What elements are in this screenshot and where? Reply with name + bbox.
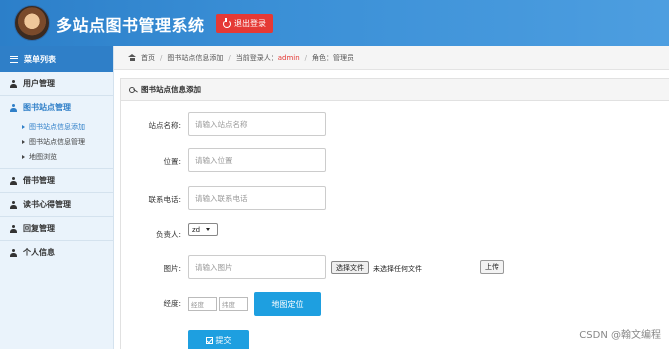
coordinate-label: 经度:: [163, 299, 181, 308]
sidebar-group-reply: 回复管理: [0, 217, 113, 241]
user-icon: [10, 103, 17, 112]
sidebar-item-notes-management[interactable]: 读书心得管理: [0, 193, 113, 216]
map-locate-button[interactable]: 地图定位: [254, 292, 321, 316]
site-name-label: 站点名称:: [148, 121, 181, 130]
sidebar-subitem-site-manage[interactable]: 图书站点信息管理: [0, 134, 113, 149]
sidebar-item-user-management[interactable]: 用户管理: [0, 72, 113, 95]
sidebar-item-reply-management[interactable]: 回复管理: [0, 217, 113, 240]
user-icon: [10, 224, 17, 233]
login-prefix: 当前登录人：: [235, 53, 278, 62]
breadcrumb-page: 图书站点信息添加: [167, 53, 224, 62]
sidebar-item-label: 借书管理: [23, 176, 55, 185]
breadcrumb-home[interactable]: 首页: [141, 53, 155, 63]
sidebar-group-profile: 个人信息: [0, 241, 113, 264]
sidebar-item-label: 个人信息: [23, 248, 55, 257]
app-title: 多站点图书管理系统: [56, 16, 205, 35]
location-label: 位置:: [163, 157, 181, 166]
breadcrumb-separator: /: [228, 53, 231, 62]
sidebar: 菜单列表 用户管理 图书站点管理 图书站点信息添加 图书站点信息管理 地图浏览 …: [0, 46, 114, 349]
key-icon: [129, 86, 137, 93]
caret-right-icon: [22, 139, 25, 144]
sidebar-item-site-management[interactable]: 图书站点管理: [0, 96, 113, 119]
sidebar-group-borrow: 借书管理: [0, 169, 113, 193]
manager-select[interactable]: zd: [188, 223, 218, 236]
menu-bars-icon: [10, 55, 18, 63]
sidebar-subitem-label: 图书站点信息添加: [29, 122, 85, 131]
logout-label: 退出登录: [234, 19, 266, 28]
menu-header: 菜单列表: [0, 46, 113, 72]
no-file-text: 未选择任何文件: [373, 265, 422, 273]
caret-right-icon: [22, 154, 25, 159]
panel-title: 图书站点信息添加: [141, 85, 201, 94]
user-icon: [10, 200, 17, 209]
user-icon: [10, 248, 17, 257]
current-user-label: 当前登录人：admin: [236, 53, 300, 63]
site-name-input[interactable]: 请输入站点名称: [188, 112, 326, 136]
sidebar-item-label: 图书站点管理: [23, 103, 71, 112]
home-icon: [128, 54, 136, 61]
phone-label: 联系电话:: [148, 195, 181, 204]
menu-header-label: 菜单列表: [24, 54, 56, 64]
sidebar-item-label: 用户管理: [23, 79, 55, 88]
sidebar-item-borrow-management[interactable]: 借书管理: [0, 169, 113, 192]
submit-button[interactable]: 提交: [188, 330, 249, 349]
app-header: 多站点图书管理系统 退出登录: [0, 0, 669, 46]
logout-button[interactable]: 退出登录: [216, 14, 273, 33]
latitude-input[interactable]: 纬度: [219, 297, 248, 311]
watermark: CSDN @翰文编程: [579, 330, 661, 341]
manager-label: 负责人:: [155, 230, 181, 239]
location-input[interactable]: 请输入位置: [188, 148, 326, 172]
breadcrumb: 首页 / 图书站点信息添加 / 当前登录人：admin / 角色：管理员: [114, 46, 669, 70]
user-icon: [10, 176, 17, 185]
panel-header: 图书站点信息添加: [121, 79, 669, 101]
chevron-down-icon: [206, 228, 211, 231]
phone-input[interactable]: 请输入联系电话: [188, 186, 326, 210]
sidebar-item-label: 读书心得管理: [23, 200, 71, 209]
submit-label: 提交: [215, 335, 232, 345]
user-icon: [10, 79, 17, 88]
sidebar-subitem-label: 地图浏览: [29, 152, 57, 161]
upload-button[interactable]: 上传: [480, 260, 504, 274]
sidebar-group-users: 用户管理: [0, 72, 113, 96]
sidebar-group-notes: 读书心得管理: [0, 193, 113, 217]
checkbox-icon: [205, 336, 213, 344]
sidebar-item-label: 回复管理: [23, 224, 55, 233]
role-label: 角色：管理员: [312, 53, 355, 62]
image-input[interactable]: 请输入图片: [188, 255, 326, 279]
current-user: admin: [277, 53, 300, 62]
sidebar-subitem-site-add[interactable]: 图书站点信息添加: [0, 119, 113, 134]
manager-select-value: zd: [192, 225, 201, 234]
sidebar-group-sites: 图书站点管理 图书站点信息添加 图书站点信息管理 地图浏览: [0, 96, 113, 169]
logo-avatar: [14, 5, 50, 41]
image-label: 图片:: [163, 264, 181, 273]
breadcrumb-separator: /: [304, 53, 308, 62]
caret-right-icon: [22, 124, 25, 129]
breadcrumb-separator: /: [160, 53, 163, 62]
form-panel: 图书站点信息添加 站点名称: 请输入站点名称 位置: 请输入位置 联系电话: 请…: [120, 78, 669, 349]
choose-file-button[interactable]: 选择文件: [331, 261, 369, 274]
longitude-input[interactable]: 经度: [188, 297, 217, 311]
sidebar-subitem-label: 图书站点信息管理: [29, 137, 85, 146]
power-icon: [223, 17, 231, 28]
sidebar-subitem-map[interactable]: 地图浏览: [0, 149, 113, 164]
sidebar-item-profile[interactable]: 个人信息: [0, 241, 113, 264]
